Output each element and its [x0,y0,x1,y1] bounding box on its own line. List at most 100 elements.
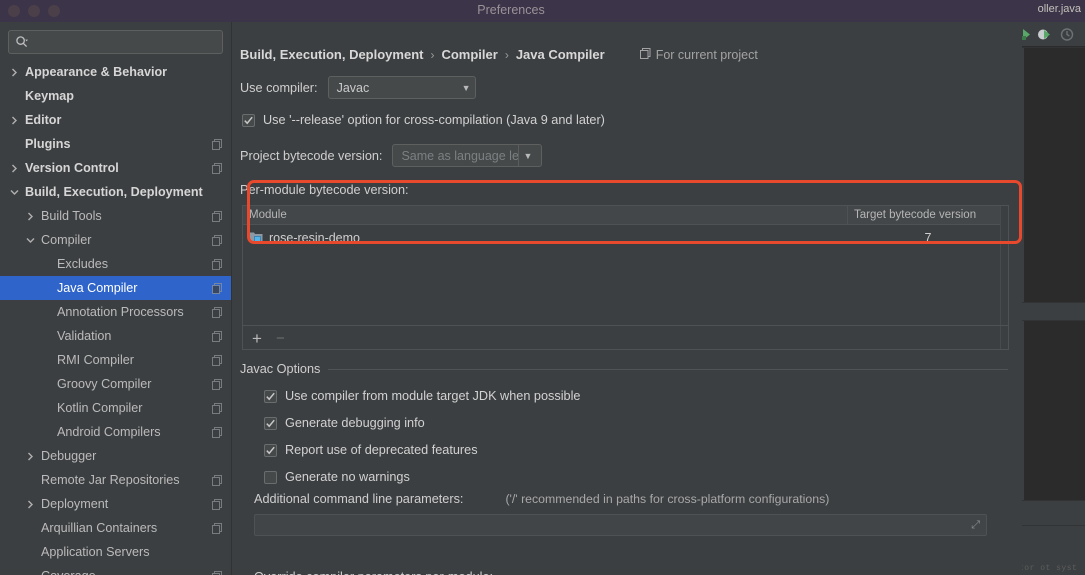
sidebar-item-editor[interactable]: Editor [0,108,231,132]
cell-module[interactable]: rose-resin-demo [243,230,848,247]
sidebar-item-remote-jar-repositories[interactable]: Remote Jar Repositories [0,468,231,492]
copy-settings-icon[interactable] [212,402,223,414]
chevron-right-icon[interactable] [24,498,37,511]
editor-tab-label[interactable]: oller.java [1038,3,1081,15]
release-option-checkbox[interactable] [242,113,255,127]
ide-divider [1016,500,1085,501]
javac-option-0-checkbox[interactable] [264,389,277,403]
chevron-down-icon: ▼ [517,145,538,166]
ide-divider [1016,47,1085,48]
column-header-module[interactable]: Module [243,206,848,224]
run-with-coverage-icon[interactable] [1038,28,1051,41]
javac-option-3-checkbox[interactable] [264,470,277,484]
chevron-down-icon[interactable] [8,186,21,199]
javac-option-3-label: Generate no warnings [285,470,410,484]
project-bytecode-row: Project bytecode version: Same as langua… [240,144,1022,167]
copy-settings-icon[interactable] [212,330,223,342]
chevron-down-icon[interactable] [24,234,37,247]
chevron-right-icon[interactable] [8,162,21,175]
additional-params-input[interactable]: ⤢ [254,514,987,536]
sidebar-item-validation[interactable]: Validation [0,324,231,348]
chevron-right-icon[interactable] [8,114,21,127]
project-bytecode-dropdown[interactable]: Same as language lev ▼ [392,144,543,167]
copy-settings-icon[interactable] [212,234,223,246]
chevron-right-icon[interactable] [24,450,37,463]
sidebar-item-label: Version Control [25,161,119,175]
sidebar-item-plugins[interactable]: Plugins [0,132,231,156]
javac-option-0[interactable]: Use compiler from module target JDK when… [264,389,1008,403]
release-option-row[interactable]: Use '--release' option for cross-compila… [242,113,1022,127]
copy-settings-icon[interactable] [212,378,223,390]
copy-settings-icon[interactable] [212,426,223,438]
table-row[interactable]: rose-resin-demo 7 [243,225,1008,251]
sidebar-item-label: RMI Compiler [57,353,134,367]
javac-option-1[interactable]: Generate debugging info [264,416,1008,430]
copy-settings-icon[interactable] [212,306,223,318]
copy-settings-icon[interactable] [212,474,223,486]
search-input[interactable] [33,35,216,49]
twisty-placeholder [40,426,53,439]
remove-module-button: − [275,329,285,347]
sidebar-item-debugger[interactable]: Debugger [0,444,231,468]
sidebar-item-appearance-behavior[interactable]: Appearance & Behavior [0,60,231,84]
copy-settings-icon[interactable] [212,210,223,222]
column-header-target[interactable]: Target bytecode version [848,206,1008,224]
sidebar-item-label: Plugins [25,137,71,151]
expand-icon[interactable]: ⤢ [971,519,980,532]
sidebar-item-rmi-compiler[interactable]: RMI Compiler [0,348,231,372]
copy-settings-icon[interactable] [212,282,223,294]
sidebar-item-compiler[interactable]: Compiler [0,228,231,252]
javac-option-2-checkbox[interactable] [264,443,277,457]
window-title: Preferences [477,3,545,17]
table-header-row: Module Target bytecode version [243,206,1008,225]
javac-options-title: Javac Options [240,362,321,376]
sidebar-item-application-servers[interactable]: Application Servers [0,540,231,564]
sidebar-item-groovy-compiler[interactable]: Groovy Compiler [0,372,231,396]
copy-settings-icon[interactable] [212,570,223,575]
breadcrumb-item-2: Java Compiler [515,47,605,62]
sidebar-item-build-execution-deployment[interactable]: Build, Execution, Deployment [0,180,231,204]
copy-settings-icon[interactable] [212,258,223,270]
sidebar-item-label: Coverage [41,569,212,575]
copy-settings-icon[interactable] [212,522,223,534]
chevron-right-icon[interactable] [8,66,21,79]
javac-option-1-checkbox[interactable] [264,416,277,430]
sidebar-item-arquillian-containers[interactable]: Arquillian Containers [0,516,231,540]
use-compiler-dropdown[interactable]: Javac ▼ [327,76,476,99]
profile-icon[interactable] [1060,28,1074,41]
sidebar-item-label: Compiler [41,233,92,247]
copy-settings-icon[interactable] [212,162,223,174]
sidebar-item-android-compilers[interactable]: Android Compilers [0,420,231,444]
module-name: rose-resin-demo [269,231,361,245]
cell-target-bytecode[interactable]: 7 [848,231,1008,245]
copy-settings-icon[interactable] [212,138,223,150]
sidebar-item-keymap[interactable]: Keymap [0,84,231,108]
sidebar-item-label: Android Compilers [57,425,161,439]
sidebar-item-build-tools[interactable]: Build Tools [0,204,231,228]
sidebar-item-version-control[interactable]: Version Control [0,156,231,180]
preferences-window: Preferences Appearance & Behavior Keymap E [0,0,1022,575]
chevron-right-icon[interactable] [24,210,37,223]
copy-settings-icon[interactable] [212,354,223,366]
additional-params-label: Additional command line parameters: [254,492,464,506]
sidebar-item-deployment[interactable]: Deployment [0,492,231,516]
twisty-placeholder [24,474,37,487]
ide-editor-area-lower [1024,320,1085,500]
sidebar-item-annotation-processors[interactable]: Annotation Processors [0,300,231,324]
sidebar-item-label: Appearance & Behavior [25,65,168,79]
sidebar-item-excludes[interactable]: Excludes [0,252,231,276]
sidebar-item-coverage[interactable]: Coverage [0,564,231,575]
twisty-placeholder [40,354,53,367]
breadcrumb-item-0[interactable]: Build, Execution, Deployment [240,47,423,62]
javac-option-3[interactable]: Generate no warnings [264,470,1008,484]
breadcrumb-item-1[interactable]: Compiler [441,47,497,62]
sidebar-item-kotlin-compiler[interactable]: Kotlin Compiler [0,396,231,420]
copy-settings-icon[interactable] [212,498,223,510]
sidebar-item-label: Application Servers [41,545,150,559]
javac-option-2[interactable]: Report use of deprecated features [264,443,1008,457]
project-bytecode-value: Same as language lev [401,148,518,163]
search-field[interactable] [8,30,223,54]
sidebar-item-java-compiler[interactable]: Java Compiler [0,276,231,300]
sidebar-item-label: Deployment [41,497,109,511]
add-module-button[interactable]: + [252,330,262,347]
